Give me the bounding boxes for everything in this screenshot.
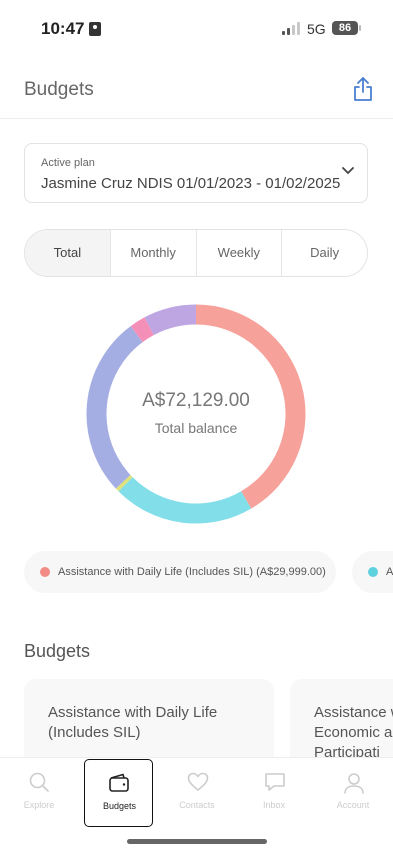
heart-icon (187, 772, 209, 791)
legend-dot (368, 567, 378, 577)
chat-icon (265, 773, 285, 791)
tab-label: Account (336, 800, 370, 810)
page-title: Budgets (24, 79, 94, 100)
tab-daily[interactable]: Daily (281, 230, 367, 276)
budgets-section-title: Budgets (24, 641, 91, 661)
budget-card-title-line: Assistance with Daily Life (48, 704, 218, 721)
legend-chip-daily-life[interactable]: Assistance with Daily Life (Includes SIL… (24, 551, 336, 593)
tab-total[interactable]: Total (25, 230, 110, 276)
tab-contacts[interactable]: Contacts (158, 758, 236, 828)
budget-card-title-line: Assistance w (314, 704, 393, 721)
donut-slice-2[interactable] (115, 474, 133, 492)
network-label: 5G (307, 21, 326, 37)
tab-explore[interactable]: Explore (0, 758, 78, 828)
person-badge-icon (89, 22, 101, 36)
tab-label: Inbox (262, 800, 286, 810)
active-plan-label: Active plan (41, 157, 95, 169)
budget-card-title-line: (Includes SIL) (48, 724, 141, 741)
donut-slice-4[interactable] (130, 317, 154, 343)
tab-weekly[interactable]: Weekly (195, 230, 282, 276)
legend-label: Assistance with Daily Life (Includes SIL… (58, 566, 326, 578)
tab-budgets[interactable]: Budgets (84, 759, 153, 827)
home-indicator (127, 839, 267, 844)
active-plan-dropdown[interactable]: Active plan Jasmine Cruz NDIS 01/01/2023… (24, 143, 368, 203)
tab-label: Explore (23, 800, 55, 810)
header: Budgets (0, 60, 393, 119)
active-plan-value: Jasmine Cruz NDIS 01/01/2023 - 01/02/202… (41, 175, 341, 192)
tab-label: Contacts (179, 800, 215, 810)
legend-chip-partial[interactable]: A (352, 551, 393, 593)
status-bar: 10:47 5G 86 (0, 0, 393, 58)
donut-slice-1[interactable] (118, 476, 252, 524)
person-icon (344, 773, 364, 794)
status-time: 10:47 (41, 19, 85, 38)
donut-slice-5[interactable] (144, 304, 197, 336)
battery-icon: 86 (332, 21, 361, 35)
wallet-icon (109, 773, 129, 792)
legend-label: A (386, 566, 393, 578)
signal-icon (282, 22, 302, 35)
chevron-down-icon (342, 167, 354, 174)
search-icon (29, 772, 49, 792)
tab-inbox[interactable]: Inbox (235, 758, 313, 828)
total-balance-label: Total balance (154, 420, 238, 436)
period-segmented-control: Total Monthly Weekly Daily (24, 229, 368, 277)
tab-account[interactable]: Account (314, 758, 392, 828)
tab-label: Budgets (102, 801, 137, 811)
tab-monthly[interactable]: Monthly (109, 230, 196, 276)
total-balance-value: A$72,129.00 (142, 390, 250, 411)
budget-card-title-line: Economic a (314, 724, 393, 741)
budget-card-title: Assistance w Economic a Participati (314, 703, 393, 763)
budget-card-title: Assistance with Daily Life (Includes SIL… (48, 703, 217, 743)
legend-dot (40, 567, 50, 577)
budget-donut-chart[interactable] (86, 304, 306, 524)
share-icon[interactable] (351, 76, 375, 102)
